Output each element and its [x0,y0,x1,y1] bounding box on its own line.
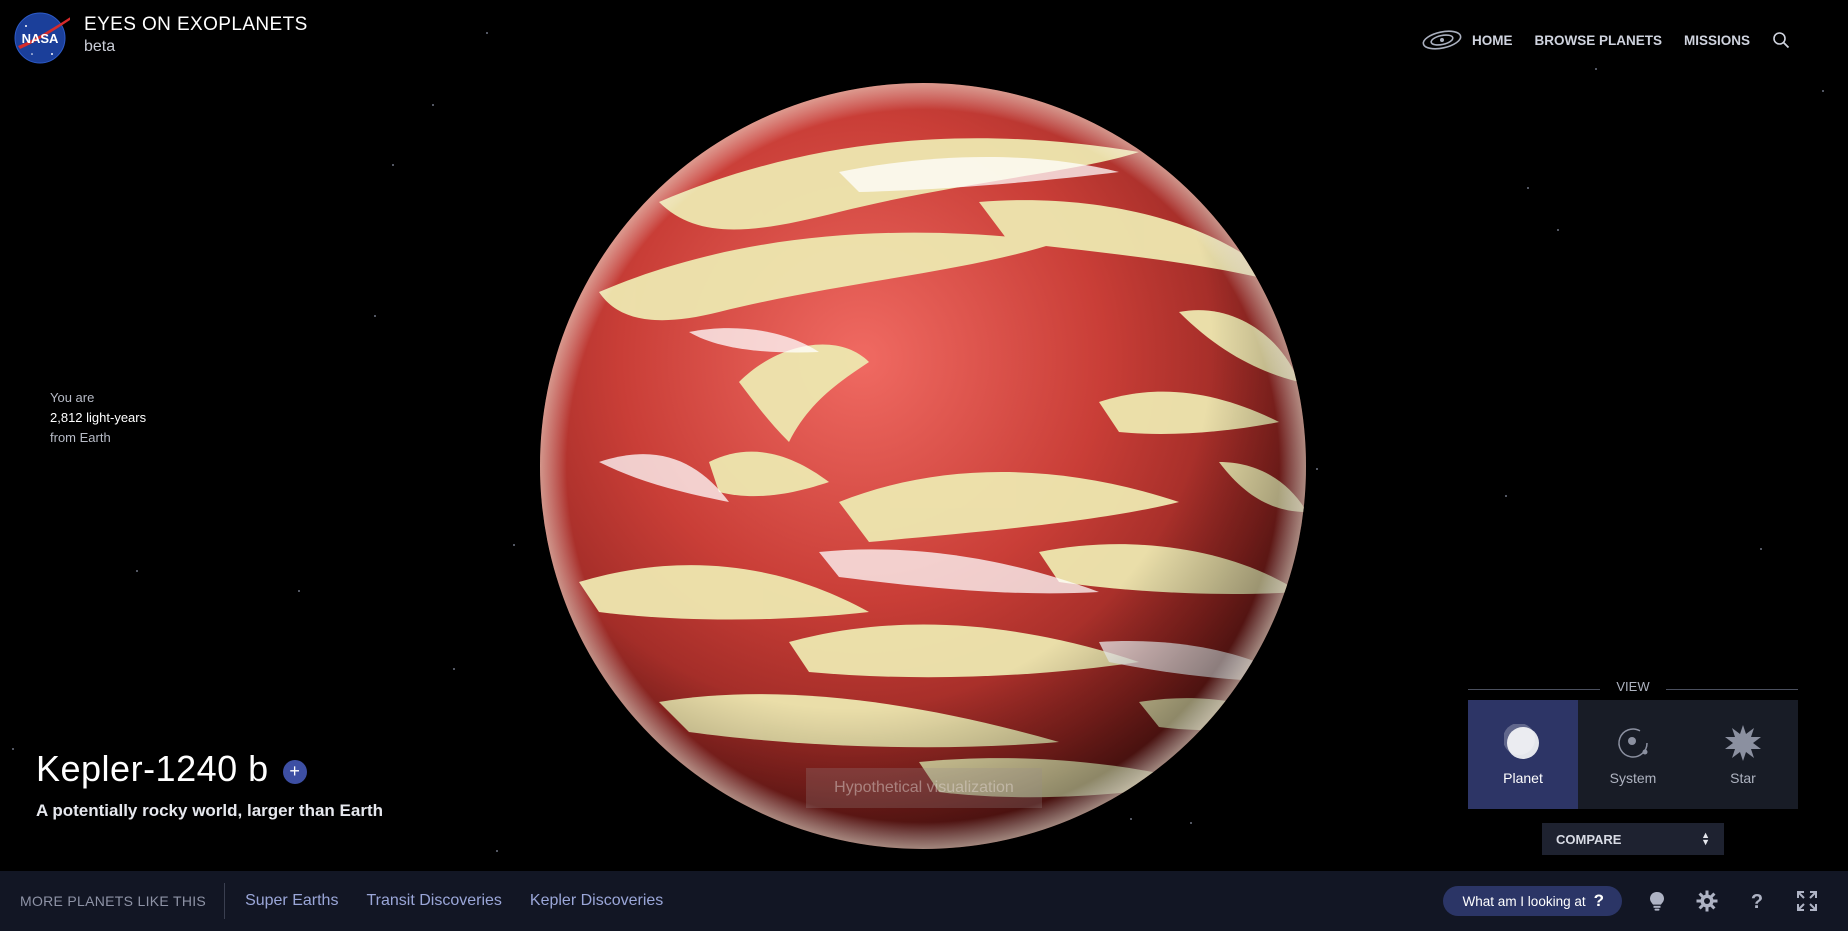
view-planet-button[interactable]: Planet [1468,700,1578,809]
svg-text:NASA: NASA [22,31,59,46]
planet-description: A potentially rocky world, larger than E… [36,801,383,820]
brand[interactable]: NASA EYES ON EXOPLANETS beta [12,10,308,64]
help-icon[interactable]: ? [1746,890,1768,912]
link-super-earths[interactable]: Super Earths [245,892,338,910]
divider [224,883,226,919]
view-label: VIEW [1616,679,1650,694]
hypothetical-visualization-note: Hypothetical visualization [806,768,1042,808]
question-icon: ? [1593,891,1604,910]
planet-visualization[interactable] [539,82,1307,850]
star-icon [1725,724,1761,761]
view-system-button[interactable]: System [1578,700,1688,809]
nav-browse-planets[interactable]: BROWSE PLANETS [1534,33,1662,48]
fullscreen-icon[interactable] [1796,890,1818,912]
link-kepler-discoveries[interactable]: Kepler Discoveries [530,892,663,910]
app-title: EYES ON EXOPLANETS [84,14,308,35]
bottom-bar: MORE PLANETS LIKE THIS Super Earths Tran… [0,871,1848,931]
view-header: VIEW [1468,679,1798,697]
view-star-button[interactable]: Star [1688,700,1798,809]
distance-value: 2,812 light-years [50,410,147,425]
planet-title-row: Kepler-1240 b + [36,748,307,790]
bottom-tools: What am I looking at ? ? [1442,871,1848,931]
compare-select[interactable]: COMPARE ▲ ▼ [1542,823,1724,855]
view-planet-label: Planet [1503,769,1543,786]
gear-icon[interactable] [1696,890,1718,912]
nasa-logo[interactable]: NASA [12,10,70,64]
select-arrows-icon: ▲ ▼ [1701,830,1710,847]
search-icon[interactable] [1772,31,1790,49]
more-planets-label: MORE PLANETS LIKE THIS [20,893,207,909]
system-icon [1618,727,1648,758]
view-system-label: System [1609,769,1657,786]
view-selector: Planet System Star [1468,700,1798,809]
compare-label: COMPARE [1556,831,1622,847]
nav-home[interactable]: HOME [1472,33,1513,48]
svg-text:?: ? [1751,891,1763,912]
distance-line-1: You are [50,390,95,405]
view-star-label: Star [1730,769,1756,786]
link-transit-discoveries[interactable]: Transit Discoveries [366,892,501,910]
distance-readout: You are 2,812 light-years from Earth [50,388,146,448]
app-subtitle: beta [84,38,116,55]
galaxy-icon[interactable] [1420,29,1464,51]
distance-line-3: from Earth [50,430,111,445]
planet-name: Kepler-1240 b [36,748,269,789]
lightbulb-icon[interactable] [1646,890,1668,912]
add-planet-button[interactable]: + [282,760,307,784]
top-nav: HOME BROWSE PLANETS MISSIONS [1420,29,1790,51]
what-am-i-looking-at-button[interactable]: What am I looking at ? [1442,886,1622,916]
nav-missions[interactable]: MISSIONS [1684,33,1750,48]
what-am-i-looking-at-label: What am I looking at [1462,893,1586,909]
planet-icon [1504,723,1539,759]
